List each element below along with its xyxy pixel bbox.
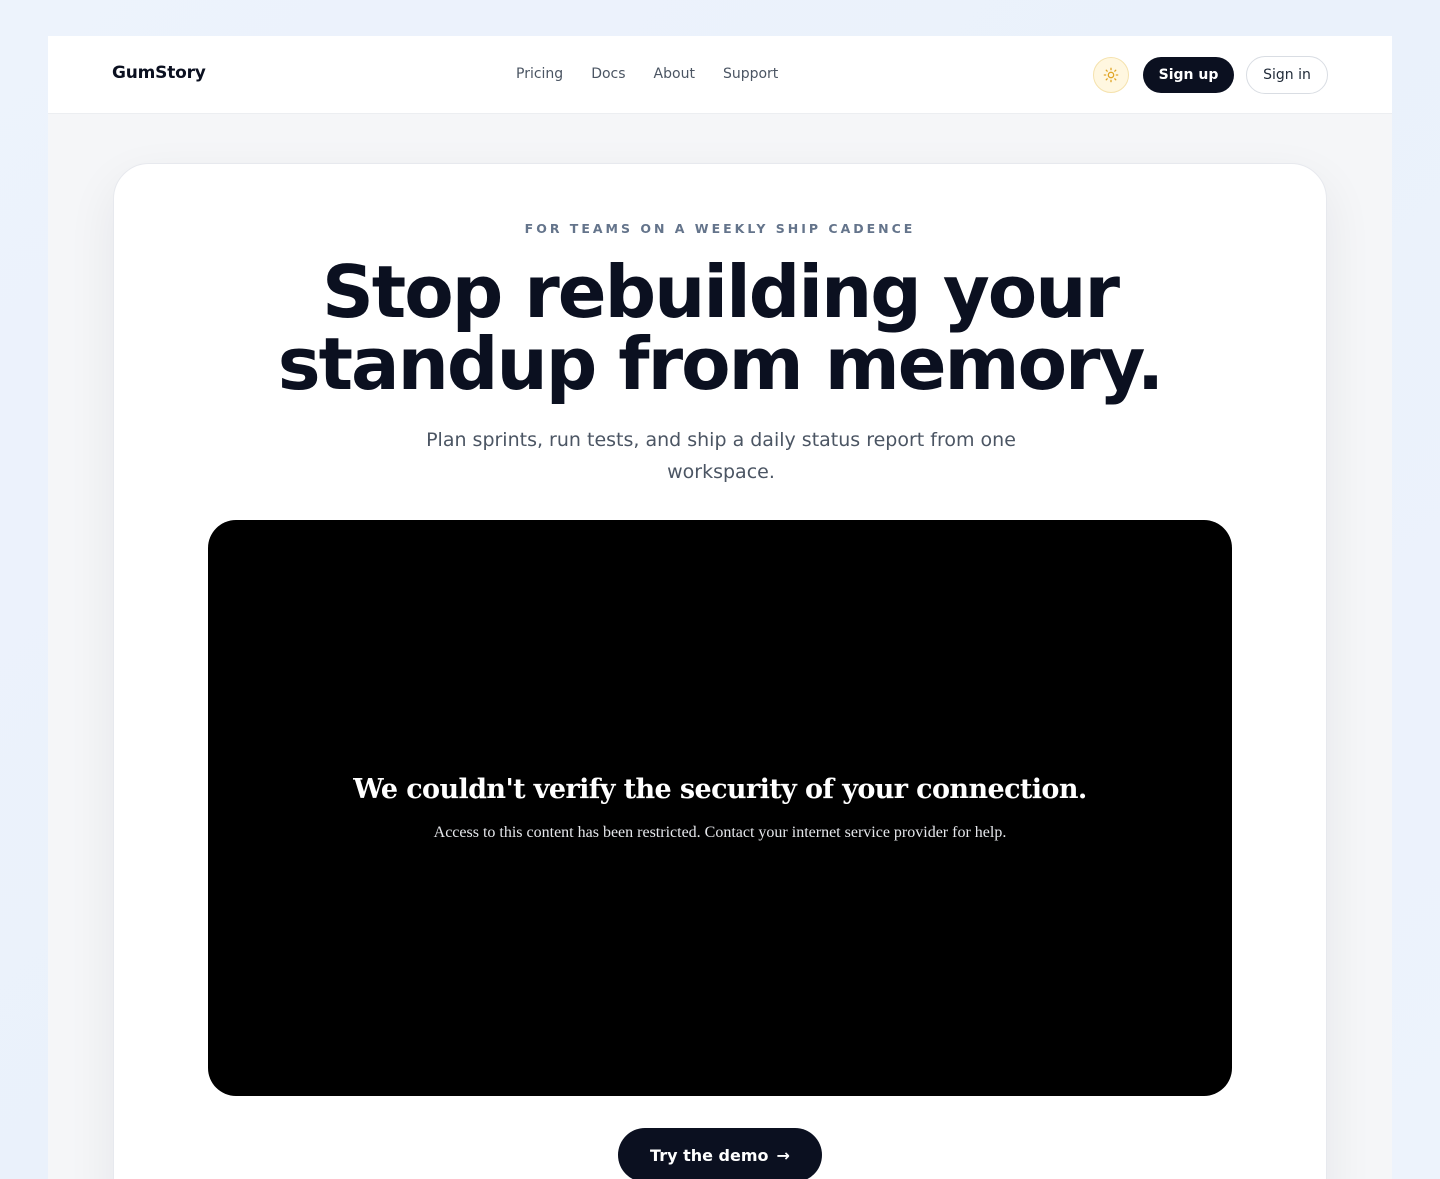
sun-icon [1103, 67, 1119, 83]
hero-subhead: Plan sprints, run tests, and ship a dail… [426, 429, 1016, 483]
sign-up-button[interactable]: Sign up [1143, 57, 1234, 93]
nav-link-about[interactable]: About [654, 66, 695, 82]
top-navigation-bar: GumStory Pricing Docs About Support Sign… [48, 36, 1392, 114]
hero-eyebrow: FOR TEAMS ON A WEEKLY SHIP CADENCE [524, 221, 916, 236]
page-frame: GumStory Pricing Docs About Support Sign… [48, 36, 1392, 1179]
brand-logo[interactable]: GumStory [112, 63, 206, 83]
arrow-right-icon: → [776, 1145, 790, 1165]
demo-video-embed[interactable]: We couldn't verify the security of your … [208, 520, 1232, 1096]
main-nav: Pricing Docs About Support [516, 66, 778, 82]
hero-card: FOR TEAMS ON A WEEKLY SHIP CADENCE Stop … [113, 163, 1327, 1179]
hero-headline-line-2: standup from memory. [277, 322, 1164, 406]
theme-toggle-button[interactable] [1093, 57, 1129, 93]
nav-link-pricing[interactable]: Pricing [516, 66, 563, 82]
sign-in-button[interactable]: Sign in [1246, 56, 1328, 94]
hero-headline-line-1: Stop rebuilding your [321, 250, 1120, 334]
nav-link-support[interactable]: Support [723, 66, 778, 82]
video-error-title: We couldn't verify the security of your … [353, 774, 1087, 805]
try-demo-button[interactable]: Try the demo → [618, 1128, 822, 1179]
video-error-message: Access to this content has been restrict… [433, 824, 1007, 841]
hero-headline: Stop rebuilding your standup from memory… [114, 256, 1326, 400]
nav-link-docs[interactable]: Docs [591, 66, 625, 82]
try-demo-label: Try the demo [650, 1145, 769, 1165]
